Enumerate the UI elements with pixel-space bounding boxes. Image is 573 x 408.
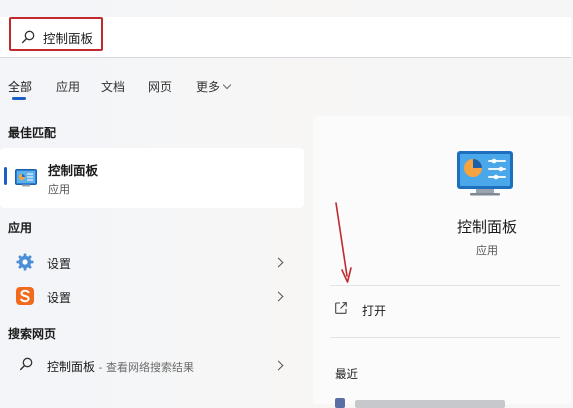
recent-item-partial	[335, 398, 505, 408]
tab-active-indicator	[12, 97, 26, 100]
tab-more[interactable]: 更多	[196, 78, 232, 95]
control-panel-icon	[457, 151, 513, 196]
divider	[330, 337, 560, 338]
tab-apps[interactable]: 应用	[56, 78, 80, 95]
web-search-suffix: - 查看网络搜索结果	[95, 361, 194, 374]
web-search-query: 控制面板	[47, 360, 96, 374]
detail-app-name: 控制面板	[456, 218, 517, 236]
tab-all[interactable]: 全部	[8, 78, 32, 95]
chevron-right-icon	[273, 291, 284, 302]
web-search-label: 控制面板 - 查看网络搜索结果	[47, 358, 194, 375]
tab-documents[interactable]: 文档	[101, 78, 125, 95]
control-panel-icon	[15, 169, 37, 187]
app-item-label: 设置	[47, 257, 72, 271]
search-bar[interactable]: 控制面板	[0, 17, 571, 58]
search-icon	[21, 30, 35, 44]
chevron-down-icon	[222, 80, 232, 90]
best-match-title: 控制面板	[48, 163, 99, 178]
best-match-subtitle: 应用	[48, 183, 70, 196]
apps-heading: 应用	[8, 221, 33, 235]
chevron-right-icon	[273, 257, 284, 268]
web-search-heading: 搜索网页	[8, 327, 57, 341]
sogou-s-icon	[16, 287, 34, 305]
open-label: 打开	[362, 304, 387, 318]
chevron-right-icon	[273, 360, 284, 371]
tab-more-label: 更多	[196, 80, 221, 94]
detail-app-type: 应用	[476, 244, 498, 257]
divider	[330, 285, 560, 286]
gear-icon	[16, 253, 34, 271]
best-match-heading: 最佳匹配	[8, 126, 57, 140]
selection-indicator	[4, 167, 7, 185]
tab-web[interactable]: 网页	[148, 78, 172, 95]
details-panel	[313, 116, 571, 404]
search-icon	[19, 357, 33, 371]
app-item-label: 设置	[47, 291, 72, 305]
search-input[interactable]: 控制面板	[43, 28, 93, 47]
recent-heading: 最近	[335, 367, 358, 381]
open-external-icon	[335, 302, 347, 314]
best-match-item[interactable]	[0, 148, 304, 208]
